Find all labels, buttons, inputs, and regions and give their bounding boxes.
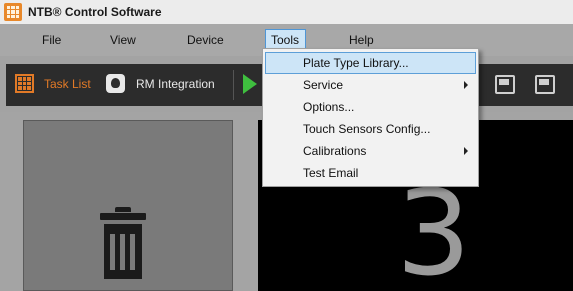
app-logo-icon <box>4 3 22 21</box>
menu-item-test-email[interactable]: Test Email <box>265 162 476 184</box>
menu-item-label: Service <box>303 78 344 92</box>
menu-item-label: Plate Type Library... <box>303 56 409 70</box>
counter-number: 3 <box>396 164 472 291</box>
menu-item-touch-sensors-config[interactable]: Touch Sensors Config... <box>265 118 476 140</box>
menu-item-service[interactable]: Service <box>265 74 476 96</box>
menu-item-options[interactable]: Options... <box>265 96 476 118</box>
window-title: NTB® Control Software <box>28 5 162 19</box>
play-icon[interactable] <box>243 74 257 94</box>
rm-integration-label: RM Integration <box>136 76 215 91</box>
menu-item-label: Options... <box>303 100 355 114</box>
menu-file[interactable]: File <box>42 33 61 47</box>
window-layout-alt-icon[interactable] <box>535 75 555 94</box>
rm-integration-icon <box>106 74 125 93</box>
tools-dropdown-menu: Plate Type Library... Service Options...… <box>262 48 479 187</box>
menu-help[interactable]: Help <box>349 33 374 47</box>
toolbar-separator <box>233 70 234 100</box>
menu-item-calibrations[interactable]: Calibrations <box>265 140 476 162</box>
title-bar: NTB® Control Software <box>0 0 573 24</box>
task-list-button[interactable]: Task List <box>15 74 91 93</box>
submenu-arrow-icon <box>464 147 468 155</box>
menu-device[interactable]: Device <box>187 33 224 47</box>
menu-view[interactable]: View <box>110 33 136 47</box>
task-list-icon <box>15 74 34 93</box>
menu-item-label: Test Email <box>303 166 359 180</box>
menu-tools[interactable]: Tools <box>271 33 299 47</box>
window-layout-icon[interactable] <box>495 75 515 94</box>
task-list-label: Task List <box>44 76 91 91</box>
trash-icon <box>100 207 146 279</box>
menu-item-plate-type-library[interactable]: Plate Type Library... <box>265 52 476 74</box>
rm-integration-button[interactable]: RM Integration <box>106 74 215 93</box>
menu-item-label: Calibrations <box>303 144 367 158</box>
submenu-arrow-icon <box>464 81 468 89</box>
trash-panel[interactable] <box>23 120 233 291</box>
menu-item-label: Touch Sensors Config... <box>303 122 431 136</box>
